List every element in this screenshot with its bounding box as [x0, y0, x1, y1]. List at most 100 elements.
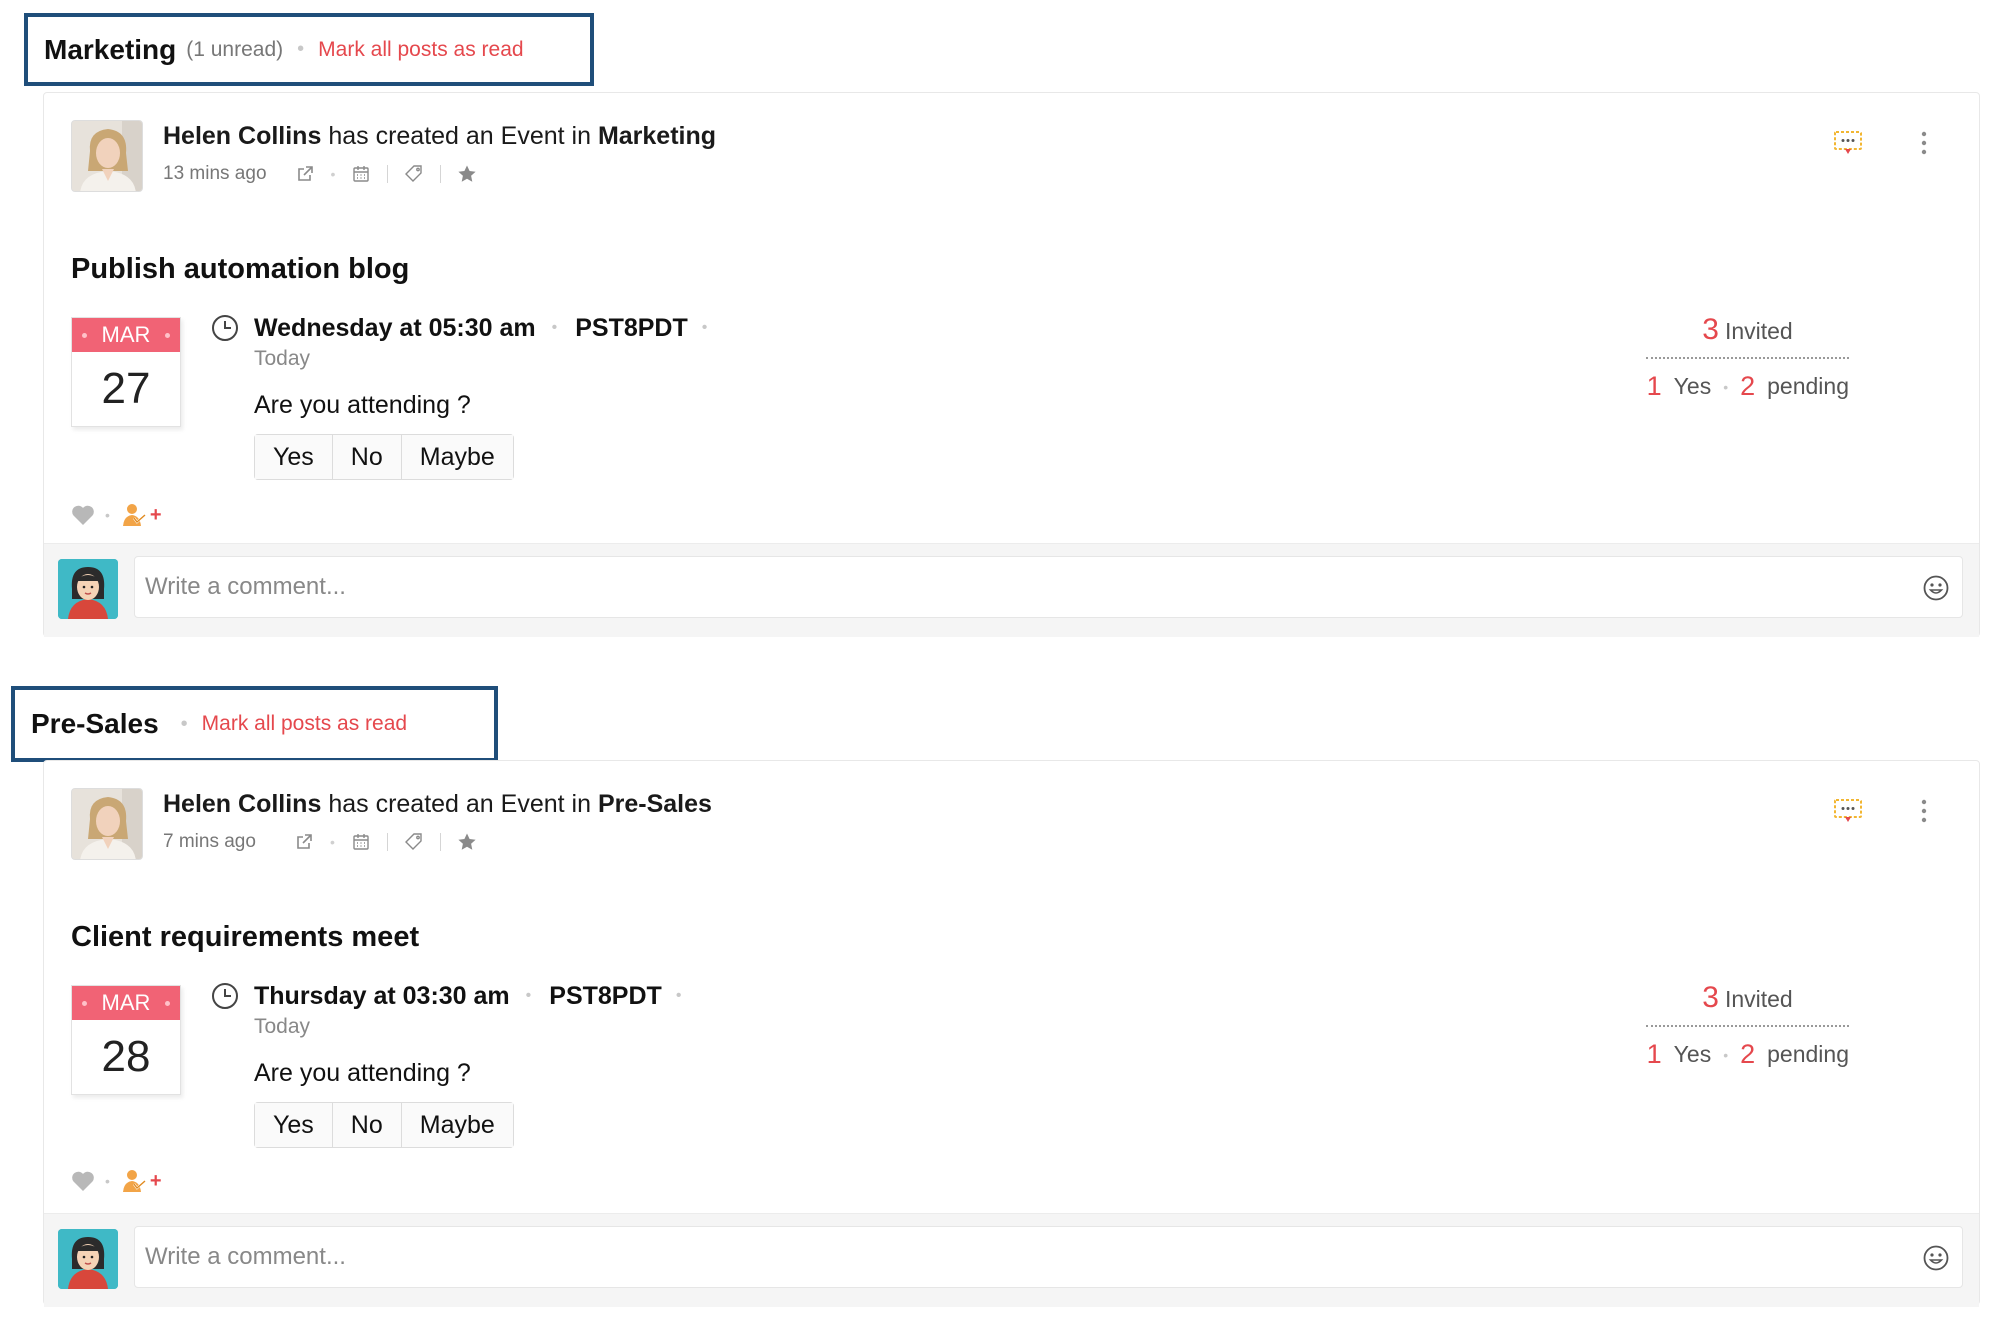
post-actions	[1833, 797, 1929, 825]
rsvp-maybe-button[interactable]: Maybe	[400, 1103, 513, 1147]
event-date-badge: MAR 28	[71, 985, 181, 1095]
emoji-icon[interactable]	[1922, 574, 1950, 602]
comment-input[interactable]	[135, 557, 1962, 617]
reaction-bar: • +	[71, 503, 162, 527]
comment-bubble-icon[interactable]	[1833, 130, 1863, 156]
separator-dot: •	[525, 987, 532, 1004]
tag-icon[interactable]	[402, 162, 426, 186]
separator-dot: •	[329, 834, 335, 850]
author-name-link[interactable]: Helen Collins	[163, 790, 321, 818]
yes-count[interactable]: 1	[1647, 371, 1662, 402]
rsvp-no-button[interactable]: No	[331, 1103, 401, 1147]
author-photo	[72, 789, 142, 859]
heart-icon[interactable]	[71, 504, 95, 526]
mark-all-read-link[interactable]: Mark all posts as read	[202, 712, 407, 736]
add-user-icon[interactable]	[120, 503, 146, 527]
rsvp-yes-button[interactable]: Yes	[255, 1103, 332, 1147]
divider	[439, 833, 441, 851]
calendar-day: 27	[101, 364, 151, 413]
attendance-question: Are you attending ?	[254, 1059, 471, 1087]
star-icon[interactable]	[455, 162, 479, 186]
heart-icon[interactable]	[71, 1170, 95, 1192]
group-header-pre-sales: Pre-Sales • Mark all posts as read	[11, 686, 498, 762]
star-icon[interactable]	[455, 830, 479, 854]
rsvp-maybe-button[interactable]: Maybe	[400, 435, 513, 479]
mark-all-read-link[interactable]: Mark all posts as read	[318, 38, 523, 62]
separator-dot: •	[1723, 378, 1729, 395]
event-datetime: Wednesday at 05:30 am	[254, 313, 536, 342]
event-date-badge: MAR 27	[71, 317, 181, 427]
add-reaction-button[interactable]: +	[150, 504, 162, 527]
event-details: Thursday at 03:30 am • PST8PDT • Today A…	[212, 981, 682, 1148]
separator-dot: •	[330, 166, 336, 182]
post-header: Helen Collins has created an Event in Ma…	[71, 120, 716, 192]
author-name-link[interactable]: Helen Collins	[163, 122, 321, 150]
author-photo	[72, 121, 142, 191]
separator-dot: •	[105, 1173, 110, 1189]
pending-label[interactable]: pending	[1767, 1041, 1849, 1068]
event-post-card: Helen Collins has created an Event in Ma…	[43, 92, 1980, 637]
tag-icon[interactable]	[402, 830, 426, 854]
separator-dot: •	[180, 712, 188, 735]
invite-summary: 3 Invited 1 Yes • 2 pending	[1646, 313, 1849, 402]
group-name[interactable]: Pre-Sales	[31, 708, 159, 740]
pending-label[interactable]: pending	[1767, 373, 1849, 400]
rsvp-yes-button[interactable]: Yes	[255, 435, 332, 479]
author-avatar[interactable]	[71, 788, 143, 860]
post-headline: Helen Collins has created an Event in Ma…	[163, 120, 716, 152]
post-headline: Helen Collins has created an Event in Pr…	[163, 788, 712, 820]
comment-input[interactable]	[135, 1227, 1962, 1287]
reaction-bar: • +	[71, 1169, 162, 1193]
yes-count[interactable]: 1	[1647, 1039, 1662, 1070]
calendar-icon[interactable]	[349, 830, 373, 854]
yes-label[interactable]: Yes	[1674, 1041, 1712, 1068]
emoji-icon[interactable]	[1922, 1244, 1950, 1272]
post-meta-row: 13 mins ago •	[163, 162, 716, 186]
add-reaction-button[interactable]: +	[150, 1170, 162, 1193]
unread-count: (1 unread)	[186, 37, 284, 61]
pending-count[interactable]: 2	[1740, 1039, 1755, 1070]
invited-total[interactable]: 3 Invited	[1646, 981, 1849, 1027]
comment-bubble-icon[interactable]	[1833, 798, 1863, 824]
invited-total[interactable]: 3 Invited	[1646, 313, 1849, 359]
post-header: Helen Collins has created an Event in Pr…	[71, 788, 712, 860]
separator-dot: •	[551, 319, 558, 336]
external-link-icon[interactable]	[292, 830, 316, 854]
post-meta: Helen Collins has created an Event in Ma…	[163, 120, 716, 192]
add-user-icon[interactable]	[120, 1169, 146, 1193]
rsvp-button-group: Yes No Maybe	[254, 434, 514, 480]
event-relative-day: Today	[254, 1015, 311, 1038]
yes-label[interactable]: Yes	[1674, 373, 1712, 400]
group-link[interactable]: Pre-Sales	[598, 790, 712, 818]
group-header-marketing: Marketing (1 unread) • Mark all posts as…	[24, 13, 594, 86]
event-timezone: PST8PDT	[549, 981, 662, 1010]
external-link-icon[interactable]	[293, 162, 317, 186]
invited-count: 3	[1702, 313, 1719, 346]
event-timezone: PST8PDT	[575, 313, 688, 342]
group-link[interactable]: Marketing	[598, 122, 716, 150]
separator-dot: •	[297, 38, 305, 60]
pending-count[interactable]: 2	[1740, 371, 1755, 402]
separator-dot: •	[1723, 1046, 1729, 1063]
separator-dot: •	[675, 987, 682, 1004]
rsvp-no-button[interactable]: No	[331, 435, 401, 479]
comment-input-box	[134, 1226, 1963, 1288]
clock-icon	[212, 983, 238, 1009]
calendar-month: MAR	[72, 986, 180, 1020]
headline-action: has created an Event in	[321, 122, 598, 150]
more-vertical-icon[interactable]	[1919, 797, 1929, 825]
post-time[interactable]: 7 mins ago	[163, 831, 256, 853]
calendar-icon[interactable]	[349, 162, 373, 186]
current-user-avatar	[58, 559, 118, 619]
clock-icon	[212, 315, 238, 341]
invited-count: 3	[1702, 981, 1719, 1014]
calendar-day: 28	[101, 1032, 151, 1081]
event-title[interactable]: Client requirements meet	[71, 921, 419, 954]
post-meta: Helen Collins has created an Event in Pr…	[163, 788, 712, 860]
group-name[interactable]: Marketing	[44, 34, 176, 66]
more-vertical-icon[interactable]	[1919, 129, 1929, 157]
author-avatar[interactable]	[71, 120, 143, 192]
event-title[interactable]: Publish automation blog	[71, 253, 409, 286]
post-time[interactable]: 13 mins ago	[163, 163, 267, 185]
comment-area	[44, 1213, 1979, 1307]
